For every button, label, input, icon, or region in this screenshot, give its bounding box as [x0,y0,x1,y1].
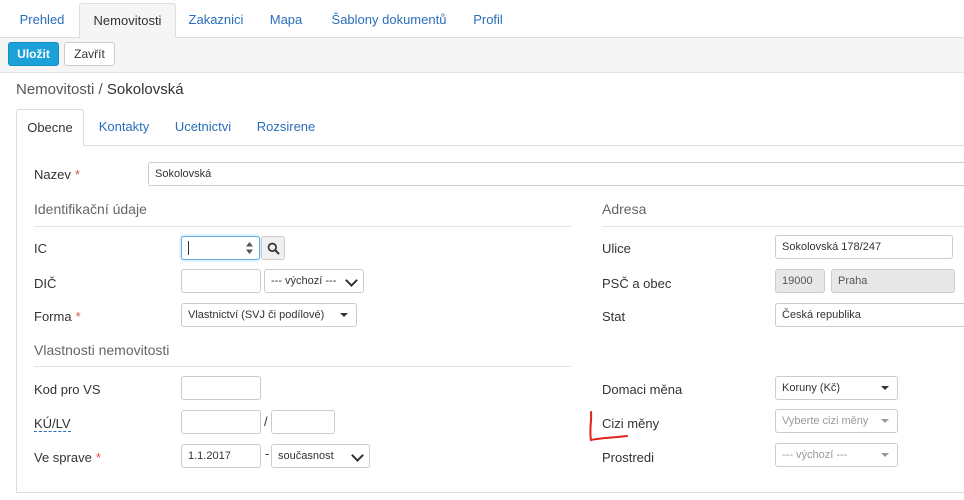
caret-down-icon [881,453,889,457]
chevron-down-icon [345,274,358,287]
address-heading: Adresa [602,201,647,217]
tab-mapa[interactable]: Mapa [260,4,312,36]
obec-input: Praha [831,269,955,293]
psc-obec-label: PSČ a obec [602,276,672,291]
breadcrumb: Nemovitosti / Sokolovská [16,81,184,98]
domaci-mena-select[interactable]: Koruny (Kč) [775,376,898,400]
domaci-mena-label: Domaci měna [602,382,683,397]
prostredi-label: Prostredi [602,450,655,465]
detail-tabs: Obecne Kontakty Ucetnictvi Rozsirene [16,109,964,147]
ic-label: IC [34,241,47,256]
caret-down-icon [340,313,348,317]
forma-label: Forma * [34,309,81,324]
ku-input[interactable] [181,410,261,434]
sprava-from-input[interactable]: 1.1.2017 [181,444,261,468]
tab-kontakty[interactable]: Kontakty [90,109,158,144]
required-mark: * [75,309,81,324]
tab-sablony-dokumentu[interactable]: Šablony dokumentů [322,4,456,36]
ic-search-button[interactable] [261,236,285,260]
breadcrumb-current: Sokolovská [106,81,184,98]
tab-prehled[interactable]: Prehled [8,4,76,36]
slash-separator: / [264,414,268,429]
ulice-input[interactable]: Sokolovská 178/247 [775,235,953,259]
tab-nemovitosti[interactable]: Nemovitosti [79,3,176,39]
name-input[interactable]: Sokolovská [148,162,964,186]
divider [34,226,571,227]
ic-input[interactable] [181,236,260,260]
dic-input[interactable] [181,269,261,293]
close-button[interactable]: Zavřít [64,42,115,66]
required-mark: * [74,167,80,182]
required-mark: * [95,450,101,465]
psc-input: 19000 [775,269,825,293]
top-navigation: Prehled Nemovitosti Zakaznici Mapa Šablo… [0,0,964,39]
annotation-mark [589,411,628,442]
properties-heading: Vlastnosti nemovitosti [34,342,170,358]
divider [602,226,964,227]
spinner-arrows-icon[interactable] [246,242,253,254]
stat-input[interactable]: Česká republika [775,303,964,327]
identification-heading: Identifikační údaje [34,201,147,217]
forma-select[interactable]: Vlastnictví (SVJ či podílové) [181,303,357,327]
tab-obecne[interactable]: Obecne [16,109,84,147]
caret-down-icon [881,386,889,390]
kod-vs-label: Kod pro VS [34,382,101,397]
dic-label: DIČ [34,276,57,291]
breadcrumb-separator: / [98,81,103,98]
stat-label: Stat [602,309,626,324]
divider [34,366,571,367]
name-label: Nazev * [34,167,80,182]
toolbar: Uložit Zavřít [0,38,964,73]
tab-rozsirene[interactable]: Rozsirene [250,109,322,144]
ve-sprave-label: Ve sprave * [34,450,101,465]
cizi-meny-select[interactable]: Vyberte cizi měny [775,409,898,433]
tab-profil[interactable]: Profil [463,4,513,36]
dic-prefix-select[interactable]: --- výchozí --- [264,269,364,293]
dash-separator: - [265,446,270,461]
tab-zakaznici[interactable]: Zakaznici [178,4,254,36]
prostredi-select[interactable]: --- výchozí --- [775,443,898,467]
tab-ucetnictvi[interactable]: Ucetnictvi [168,109,238,144]
search-icon [267,242,280,255]
text-cursor [188,241,189,255]
sprava-to-select[interactable]: současnost [271,444,370,468]
chevron-down-icon [351,449,364,462]
breadcrumb-section[interactable]: Nemovitosti [16,81,94,98]
ku-lv-label[interactable]: KÚ/LV [34,416,71,432]
ulice-label: Ulice [602,241,631,256]
lv-input[interactable] [271,410,335,434]
kod-vs-input[interactable] [181,376,261,400]
save-button[interactable]: Uložit [8,42,59,66]
caret-down-icon [881,419,889,423]
